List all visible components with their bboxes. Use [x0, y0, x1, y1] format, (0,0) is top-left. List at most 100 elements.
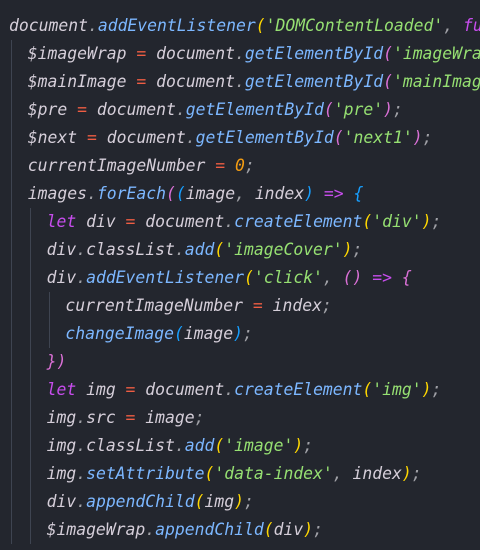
code-token: }) [46, 352, 67, 371]
code-token: ) [401, 464, 412, 483]
code-token: $pre [27, 100, 68, 119]
code-line[interactable]: }) [47, 348, 67, 376]
code-token: => [314, 184, 354, 203]
code-token: ; [244, 492, 254, 511]
code-token: . [224, 212, 235, 231]
indent-guide [29, 208, 31, 544]
code-token: addEventListener [86, 268, 244, 287]
code-line[interactable]: img.src = image; [47, 404, 205, 432]
code-token: . [224, 380, 235, 399]
code-token: . [87, 16, 98, 35]
code-token: ( [194, 492, 205, 511]
code-token: document [156, 72, 236, 91]
code-token: document [156, 44, 236, 63]
code-token: 'imageWrap' [392, 44, 480, 63]
code-token: . [174, 240, 185, 259]
code-token: () [342, 268, 363, 287]
code-token: 'click' [253, 268, 323, 287]
code-token: . [76, 436, 87, 455]
code-token: . [87, 184, 97, 203]
code-token: ( [383, 44, 393, 63]
code-token: = [115, 408, 146, 427]
code-token: ) [421, 380, 432, 399]
code-token: add [184, 436, 215, 455]
code-token: ; [431, 212, 442, 231]
code-line[interactable]: currentImageNumber = 0; [28, 152, 255, 180]
code-line[interactable]: div.addEventListener('click', () => { [47, 264, 412, 292]
code-token: ( [175, 184, 186, 203]
code-token: ; [431, 380, 442, 399]
code-token: image [183, 324, 234, 343]
code-line[interactable]: img.setAttribute('data-index', index); [47, 460, 422, 488]
code-token: 0 [235, 156, 245, 175]
code-token: = [77, 128, 107, 147]
code-line[interactable]: img.classList.add('image'); [47, 432, 313, 460]
code-token: getElementById [244, 44, 384, 63]
code-token: ( [362, 380, 373, 399]
code-token: = [243, 296, 273, 315]
code-line[interactable]: div.appendChild(img); [47, 488, 254, 516]
code-token: ; [352, 240, 363, 259]
code-line[interactable]: images.forEach((image, index) => { [28, 180, 364, 208]
code-token: , [322, 268, 343, 287]
indent-guide [11, 40, 12, 544]
code-token: classList [86, 240, 175, 259]
code-token: createElement [234, 212, 363, 231]
code-token: let [46, 380, 87, 399]
code-token: { [353, 184, 364, 203]
code-token: . [76, 240, 87, 259]
code-token: img [86, 380, 116, 399]
code-token: ( [165, 184, 176, 203]
code-token: img [204, 492, 235, 511]
code-token: $imageWrap [27, 44, 127, 63]
code-token: ; [313, 520, 323, 539]
code-token: ( [323, 100, 334, 119]
code-token: ; [303, 436, 314, 455]
code-token: ; [243, 324, 253, 343]
code-token: let [46, 212, 87, 231]
code-token: ( [362, 212, 373, 231]
code-editor[interactable]: document.addEventListener('DOMContentLoa… [0, 0, 480, 550]
code-token: document [9, 16, 88, 35]
code-token: src [86, 408, 116, 427]
code-token: ; [244, 156, 255, 175]
code-token: appendChild [86, 492, 195, 511]
code-token: getElementById [195, 128, 334, 147]
code-token: img [46, 464, 77, 483]
code-token: div [86, 212, 116, 231]
code-token: 'div' [372, 212, 422, 231]
code-line[interactable]: $mainImage = document.getElementById('ma… [28, 68, 480, 96]
code-token: ( [255, 16, 266, 35]
code-token: . [235, 44, 245, 63]
code-line[interactable]: currentImageNumber = index; [65, 292, 331, 320]
code-token: ; [321, 296, 332, 315]
code-token: . [185, 128, 196, 147]
code-token: ) [383, 100, 393, 119]
code-token: index [352, 464, 402, 483]
code-token: currentImageNumber [65, 296, 244, 315]
code-line[interactable]: $next = document.getElementById('next1')… [28, 124, 433, 152]
code-line[interactable]: $imageWrap.appendChild(div); [47, 516, 323, 544]
code-line[interactable]: let img = document.createElement('img'); [47, 376, 442, 404]
code-token: ; [411, 464, 422, 483]
code-token: 'img' [372, 380, 422, 399]
code-token: $mainImage [27, 72, 127, 91]
code-token: appendChild [155, 520, 264, 539]
code-token: . [235, 72, 245, 91]
code-token: index [272, 296, 322, 315]
code-token: image [185, 184, 236, 203]
code-token: document [145, 380, 225, 399]
code-line[interactable]: document.addEventListener('DOMContentLoa… [9, 12, 480, 40]
code-line[interactable]: $pre = document.getElementById('pre'); [28, 96, 403, 124]
code-token: ; [422, 128, 433, 147]
code-token: document [106, 128, 186, 147]
code-token: ( [383, 72, 393, 91]
code-line[interactable]: let div = document.createElement('div'); [47, 208, 442, 236]
code-token: add [184, 240, 215, 259]
code-line[interactable]: $imageWrap = document.getElementById('im… [28, 40, 480, 68]
code-token: , [235, 184, 255, 203]
code-token: . [174, 436, 185, 455]
code-line[interactable]: changeImage(image); [65, 320, 253, 348]
code-line[interactable]: div.classList.add('imageCover'); [47, 236, 363, 264]
code-token: ( [333, 128, 344, 147]
